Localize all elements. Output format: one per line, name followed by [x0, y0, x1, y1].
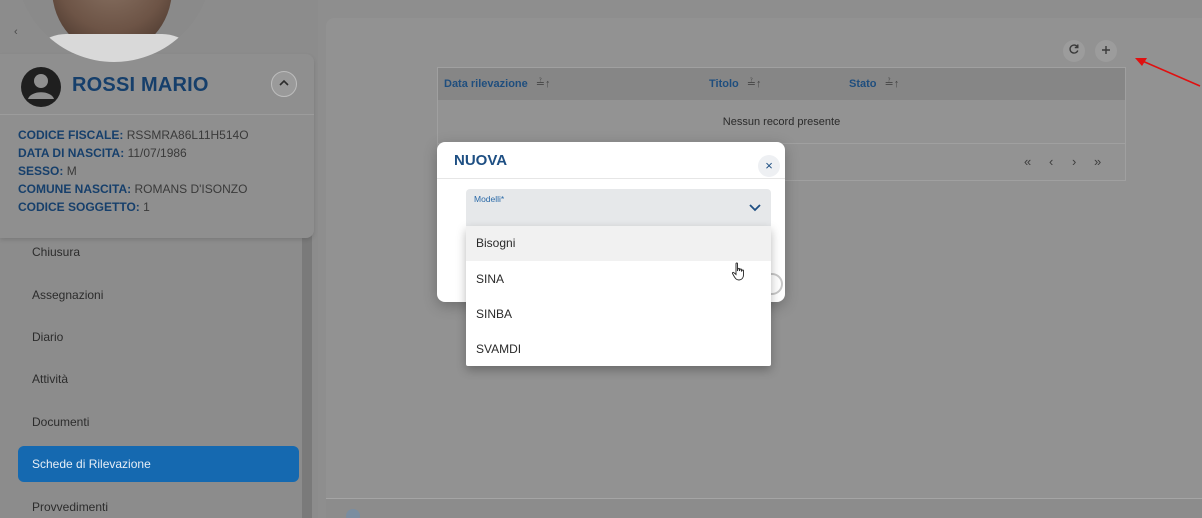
info-comune-nascita: COMUNE NASCITA: ROMANS D'ISONZO [18, 182, 248, 196]
refresh-button[interactable] [1063, 40, 1085, 62]
dialog-divider [437, 178, 785, 179]
sort-icon[interactable]: ≟↑ [885, 78, 900, 90]
chevron-left-icon[interactable]: ‹ [14, 26, 18, 38]
sidebar-item-attivita[interactable]: Attività [18, 361, 299, 397]
sidebar-item-documenti[interactable]: Documenti [18, 404, 299, 440]
column-header-titolo[interactable]: Titolo ≟↑ [709, 68, 761, 100]
avatar [16, 0, 212, 62]
sidebar-item-diario[interactable]: Diario [18, 319, 299, 355]
column-header-data-rilevazione[interactable]: Data rilevazione ≟↑ [444, 68, 550, 100]
card-divider [0, 114, 314, 115]
add-button[interactable] [1095, 40, 1117, 62]
select-label: Modelli* [474, 194, 505, 204]
option-sinba[interactable]: SINBA [466, 297, 771, 332]
column-header-stato[interactable]: Stato ≟↑ [849, 68, 899, 100]
table-header: Data rilevazione ≟↑ Titolo ≟↑ Stato ≟↑ [438, 68, 1125, 100]
info-codice-soggetto: CODICE SOGGETTO: 1 [18, 200, 150, 214]
last-page-icon[interactable]: » [1094, 154, 1101, 169]
modelli-dropdown: Bisogni SINA SINBA SVAMDI [466, 226, 771, 366]
dialog-title: NUOVA [454, 152, 508, 169]
sort-icon[interactable]: ≟↑ [536, 78, 551, 90]
option-bisogni[interactable]: Bisogni [466, 226, 771, 261]
annotation-arrow [1135, 58, 1201, 87]
info-codice-fiscale: CODICE FISCALE: RSSMRA86L11H514O [18, 128, 249, 142]
patient-card: ROSSI MARIO CODICE FISCALE: RSSMRA86L11H… [0, 54, 314, 238]
first-page-icon[interactable]: « [1024, 154, 1031, 169]
footer-bar [326, 498, 1202, 518]
option-svamdi[interactable]: SVAMDI [466, 332, 771, 367]
next-page-icon[interactable]: › [1072, 154, 1076, 169]
info-sesso: SESSO: M [18, 164, 77, 178]
collapse-button[interactable] [271, 71, 297, 97]
option-sina[interactable]: SINA [466, 262, 771, 297]
sidebar-item-schede-di-rilevazione[interactable]: Schede di Rilevazione [18, 446, 299, 482]
info-data-nascita: DATA DI NASCITA: 11/07/1986 [18, 146, 187, 160]
chevron-up-icon [279, 79, 289, 86]
empty-message: Nessun record presente [438, 100, 1125, 144]
avatar-shirt [26, 34, 202, 62]
sidebar-item-provvedimenti[interactable]: Provvedimenti [18, 489, 299, 518]
close-button[interactable]: × [758, 155, 780, 177]
refresh-icon [1069, 44, 1079, 54]
close-icon: × [765, 158, 773, 173]
sidebar-item-assegnazioni[interactable]: Assegnazioni [18, 277, 299, 313]
sort-icon[interactable]: ≟↑ [747, 78, 762, 90]
help-icon[interactable] [346, 509, 360, 518]
modelli-select[interactable]: Modelli* [466, 189, 771, 227]
sidebar-item-chiusura[interactable]: Chiusura [18, 234, 299, 270]
hand-cursor-icon [731, 262, 744, 281]
user-icon [21, 67, 61, 107]
patient-name: ROSSI MARIO [72, 74, 209, 96]
sidebar-scrollbar[interactable] [302, 230, 312, 518]
chevron-down-icon[interactable] [748, 203, 762, 213]
previous-page-icon[interactable]: ‹ [1049, 154, 1053, 169]
plus-icon [1102, 46, 1110, 54]
